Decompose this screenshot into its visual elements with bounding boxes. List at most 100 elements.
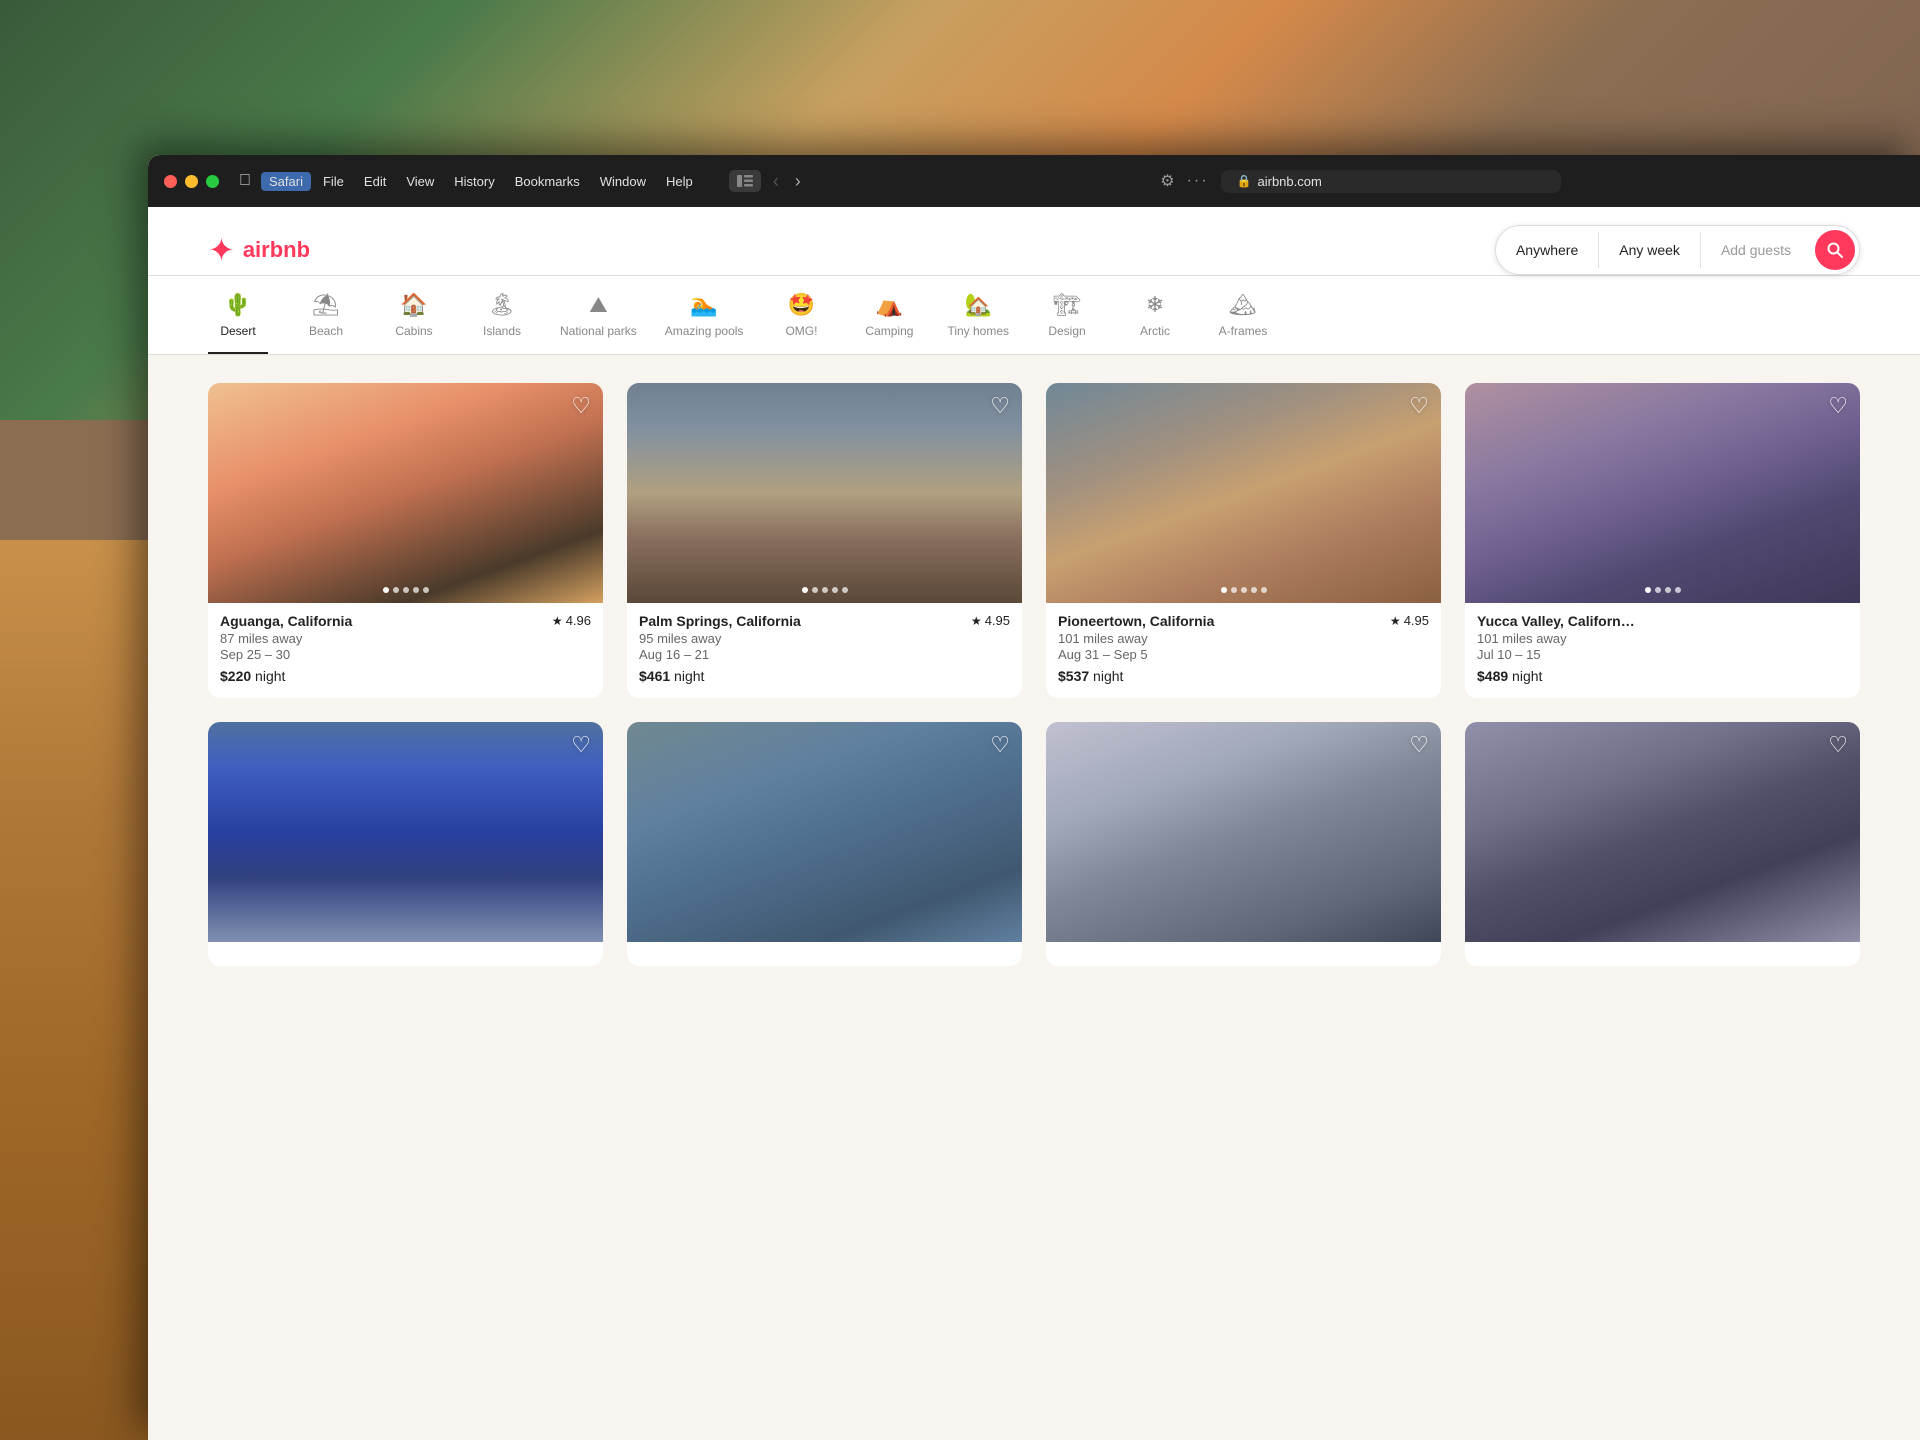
any-week-pill[interactable]: Any week bbox=[1599, 232, 1701, 268]
listing-card-8[interactable]: ♡ bbox=[1465, 722, 1860, 966]
apple-menu-icon[interactable]:  bbox=[239, 172, 251, 190]
category-arctic[interactable]: ❄ Arctic bbox=[1125, 292, 1185, 354]
listing-price-4: $489 night bbox=[1477, 668, 1848, 684]
share-button[interactable]: ··· bbox=[1187, 172, 1209, 190]
lock-icon: 🔒 bbox=[1237, 174, 1252, 188]
category-cabins[interactable]: 🏠 Cabins bbox=[384, 292, 444, 354]
listing-card-3[interactable]: ♡ Pioneertown, California ★4.95 bbox=[1046, 383, 1441, 698]
dot bbox=[1261, 587, 1267, 593]
category-islands[interactable]: 🏝 Islands bbox=[472, 292, 532, 354]
wishlist-button-8[interactable]: ♡ bbox=[1828, 734, 1848, 756]
category-design-label: Design bbox=[1048, 324, 1085, 338]
a-frames-icon: 🏔 bbox=[1229, 292, 1257, 318]
category-cabins-label: Cabins bbox=[395, 324, 432, 338]
listing-card-1[interactable]: ♡ Aguanga, California ★4.96 bbox=[208, 383, 603, 698]
dot bbox=[802, 587, 808, 593]
category-camping[interactable]: ⛺ Camping bbox=[859, 292, 919, 354]
dot bbox=[832, 587, 838, 593]
dot bbox=[393, 587, 399, 593]
menu-safari[interactable]: Safari bbox=[261, 172, 311, 191]
minimize-button[interactable] bbox=[185, 175, 198, 188]
category-design[interactable]: 🏗 Design bbox=[1037, 292, 1097, 354]
wishlist-button-5[interactable]: ♡ bbox=[571, 734, 591, 756]
close-button[interactable] bbox=[164, 175, 177, 188]
menu-history[interactable]: History bbox=[446, 172, 502, 191]
dot bbox=[1655, 587, 1661, 593]
listing-image-7: ♡ bbox=[1046, 722, 1441, 942]
menu-edit[interactable]: Edit bbox=[356, 172, 394, 191]
airbnb-logo[interactable]: ✦ airbnb bbox=[208, 231, 310, 269]
wishlist-button-6[interactable]: ♡ bbox=[990, 734, 1010, 756]
add-guests-pill[interactable]: Add guests bbox=[1701, 232, 1811, 268]
wishlist-button-7[interactable]: ♡ bbox=[1409, 734, 1429, 756]
listing-card-2[interactable]: ♡ Palm Springs, California ★4.95 bbox=[627, 383, 1022, 698]
listing-distance-4: 101 miles away bbox=[1477, 631, 1848, 646]
address-bar[interactable]: 🔒 airbnb.com bbox=[1221, 170, 1561, 193]
listing-top-row-1: Aguanga, California ★4.96 bbox=[220, 613, 591, 629]
dot bbox=[812, 587, 818, 593]
category-amazing-pools-label: Amazing pools bbox=[665, 324, 744, 338]
dot bbox=[1645, 587, 1651, 593]
listing-top-row-4: Yucca Valley, Californ… bbox=[1477, 613, 1848, 629]
menu-bar:  Safari File Edit View History Bookmark… bbox=[239, 172, 701, 191]
islands-icon: 🏝 bbox=[488, 292, 516, 318]
listing-info-6 bbox=[627, 942, 1022, 966]
anywhere-pill[interactable]: Anywhere bbox=[1496, 232, 1599, 268]
browser-content: ✦ airbnb Anywhere Any week Add guests 🌵 bbox=[148, 207, 1920, 1440]
national-parks-icon: ⛰ bbox=[589, 292, 607, 318]
listing-info-8 bbox=[1465, 942, 1860, 966]
dot bbox=[1665, 587, 1671, 593]
category-a-frames-label: A-frames bbox=[1219, 324, 1268, 338]
forward-button[interactable]: › bbox=[791, 171, 805, 192]
camping-icon: ⛺ bbox=[876, 292, 903, 318]
listing-card-5[interactable]: ♡ bbox=[208, 722, 603, 966]
airbnb-header: ✦ airbnb Anywhere Any week Add guests bbox=[148, 207, 1920, 276]
nav-controls: ‹ › bbox=[729, 170, 805, 192]
menu-help[interactable]: Help bbox=[658, 172, 701, 191]
wishlist-button-3[interactable]: ♡ bbox=[1409, 395, 1429, 417]
desert-icon: 🌵 bbox=[224, 292, 251, 318]
listing-card-7[interactable]: ♡ bbox=[1046, 722, 1441, 966]
listing-location-3: Pioneertown, California bbox=[1058, 613, 1214, 629]
category-tiny-homes[interactable]: 🏡 Tiny homes bbox=[947, 292, 1009, 354]
listing-image-2: ♡ bbox=[627, 383, 1022, 603]
category-desert[interactable]: 🌵 Desert bbox=[208, 292, 268, 354]
category-a-frames[interactable]: 🏔 A-frames bbox=[1213, 292, 1273, 354]
wishlist-button-2[interactable]: ♡ bbox=[990, 395, 1010, 417]
dots-indicator-2 bbox=[802, 587, 848, 593]
category-amazing-pools[interactable]: 🏊 Amazing pools bbox=[665, 292, 744, 354]
sidebar-toggle-button[interactable] bbox=[729, 170, 761, 192]
listing-card-4[interactable]: ♡ Yucca Valley, Californ… 101 miles aw bbox=[1465, 383, 1860, 698]
listing-info-7 bbox=[1046, 942, 1441, 966]
search-bar: Anywhere Any week Add guests bbox=[1495, 225, 1860, 275]
star-icon: ★ bbox=[971, 614, 982, 628]
listing-info-4: Yucca Valley, Californ… 101 miles away J… bbox=[1465, 603, 1860, 698]
wishlist-button-4[interactable]: ♡ bbox=[1828, 395, 1848, 417]
dot bbox=[1675, 587, 1681, 593]
search-button[interactable] bbox=[1815, 230, 1855, 270]
menu-bookmarks[interactable]: Bookmarks bbox=[507, 172, 588, 191]
category-beach[interactable]: ⛱ Beach bbox=[296, 292, 356, 354]
menu-file[interactable]: File bbox=[315, 172, 352, 191]
back-button[interactable]: ‹ bbox=[769, 171, 783, 192]
category-national-parks[interactable]: ⛰ National parks bbox=[560, 292, 637, 354]
listing-card-6[interactable]: ♡ bbox=[627, 722, 1022, 966]
listing-rating-2: ★4.95 bbox=[971, 613, 1010, 628]
category-omg[interactable]: 🤩 OMG! bbox=[771, 292, 831, 354]
listing-top-row-2: Palm Springs, California ★4.95 bbox=[639, 613, 1010, 629]
menu-window[interactable]: Window bbox=[592, 172, 654, 191]
title-bar:  Safari File Edit View History Bookmark… bbox=[148, 155, 1920, 207]
beach-icon: ⛱ bbox=[312, 292, 340, 318]
listing-dates-2: Aug 16 – 21 bbox=[639, 647, 1010, 662]
listing-info-2: Palm Springs, California ★4.95 95 miles … bbox=[627, 603, 1022, 698]
listing-image-5: ♡ bbox=[208, 722, 603, 942]
maximize-button[interactable] bbox=[206, 175, 219, 188]
menu-view[interactable]: View bbox=[398, 172, 442, 191]
wishlist-button-1[interactable]: ♡ bbox=[571, 395, 591, 417]
airbnb-logo-text: airbnb bbox=[243, 237, 310, 263]
listing-dates-3: Aug 31 – Sep 5 bbox=[1058, 647, 1429, 662]
shield-button[interactable]: ⚙ bbox=[1160, 171, 1174, 191]
star-icon: ★ bbox=[552, 614, 563, 628]
category-tiny-homes-label: Tiny homes bbox=[947, 324, 1009, 338]
tiny-homes-icon: 🏡 bbox=[965, 292, 992, 318]
